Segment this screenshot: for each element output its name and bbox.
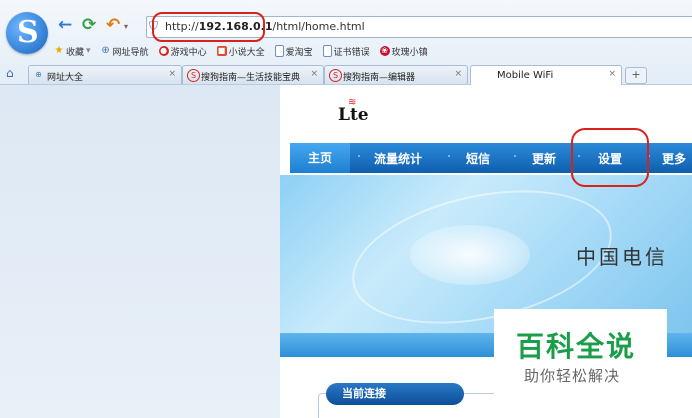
browser-logo-icon[interactable]: S bbox=[6, 12, 48, 54]
menu-item-more[interactable]: 更多 bbox=[662, 150, 686, 167]
undo-icon[interactable]: ↶ bbox=[106, 15, 120, 35]
tab-close-icon[interactable]: × bbox=[168, 69, 176, 79]
page-icon bbox=[322, 45, 332, 57]
favorite-item-taobao[interactable]: 爱淘宝 bbox=[274, 45, 313, 58]
watermark-sub: 助你轻松解决 bbox=[524, 367, 621, 385]
tab-close-icon[interactable]: × bbox=[608, 69, 616, 79]
star-icon: ★ bbox=[54, 45, 64, 56]
home-icon[interactable]: ⌂ bbox=[6, 66, 14, 80]
tab-close-icon[interactable]: × bbox=[454, 69, 462, 79]
page-background-left bbox=[0, 85, 280, 418]
tab-sogou-guide-editor[interactable]: S 搜狗指南—编辑器 × bbox=[324, 65, 468, 84]
favorite-item-collect[interactable]: ★ 收藏 ▾ bbox=[54, 45, 91, 58]
favorite-item-novels[interactable]: ■ 小说大全 bbox=[216, 45, 265, 58]
watermark-main: 百科全说 bbox=[516, 330, 637, 363]
lte-logo: Lte bbox=[338, 105, 369, 125]
new-tab-button[interactable]: + bbox=[625, 67, 647, 84]
favorite-item-nav[interactable]: ⊕ 网址导航 bbox=[101, 45, 148, 58]
sogou-icon: S bbox=[329, 69, 342, 82]
settings-highlight-circle bbox=[571, 128, 649, 187]
back-icon[interactable]: ← bbox=[58, 15, 72, 35]
tab-strip: ⌂ ⊕ 网址大全 × S 搜狗指南—生活技能宝典 × S 搜狗指南—编辑器 × … bbox=[0, 64, 692, 85]
url-highlight-circle bbox=[152, 12, 265, 42]
favorite-item-cert-error[interactable]: 证书错误 bbox=[322, 45, 370, 58]
refresh-icon[interactable]: ⟳ bbox=[82, 15, 96, 35]
tab-sogou-guide-life[interactable]: S 搜狗指南—生活技能宝典 × bbox=[182, 65, 324, 84]
book-icon: ■ bbox=[216, 46, 227, 56]
tab-close-icon[interactable]: × bbox=[310, 69, 318, 79]
tab-mobile-wifi[interactable]: Mobile WiFi × bbox=[470, 65, 622, 85]
tab-url-directory[interactable]: ⊕ 网址大全 × bbox=[28, 65, 182, 84]
banner-slogan: 中国电信 bbox=[576, 245, 668, 269]
favorites-bar: ★ 收藏 ▾ ⊕ 网址导航 ● 游戏中心 ■ 小说大全 爱淘宝 证书错误 ❀ 玫瑰小镇 bbox=[54, 42, 428, 60]
menu-item-sms[interactable]: 短信 bbox=[466, 150, 490, 167]
watermark: 百科全说 助你轻松解决 bbox=[494, 309, 667, 418]
menu-item-update[interactable]: 更新 bbox=[532, 150, 556, 167]
menu-separator bbox=[358, 155, 360, 157]
connection-status-title: 当前连接 bbox=[326, 383, 464, 405]
browser-chrome: S ← ⟳ ↶ ▾ ⛉ http://192.168.0.1/html/home… bbox=[0, 0, 692, 85]
banner-glow bbox=[410, 225, 530, 285]
menu-separator bbox=[514, 155, 516, 157]
rose-icon: ❀ bbox=[379, 46, 390, 56]
undo-dropdown-icon[interactable]: ▾ bbox=[124, 22, 128, 31]
sogou-icon: S bbox=[187, 69, 200, 82]
page-icon bbox=[274, 45, 284, 57]
menu-item-home[interactable]: 主页 bbox=[290, 143, 350, 173]
favorite-item-games[interactable]: ● 游戏中心 bbox=[158, 45, 207, 58]
menu-separator bbox=[448, 155, 450, 157]
game-icon: ● bbox=[158, 46, 169, 56]
globe-icon: ⊕ bbox=[101, 45, 110, 56]
globe-icon: ⊕ bbox=[35, 70, 42, 79]
menu-item-traffic-stats[interactable]: 流量统计 bbox=[374, 150, 422, 167]
favorite-item-rose-town[interactable]: ❀ 玫瑰小镇 bbox=[379, 45, 428, 58]
